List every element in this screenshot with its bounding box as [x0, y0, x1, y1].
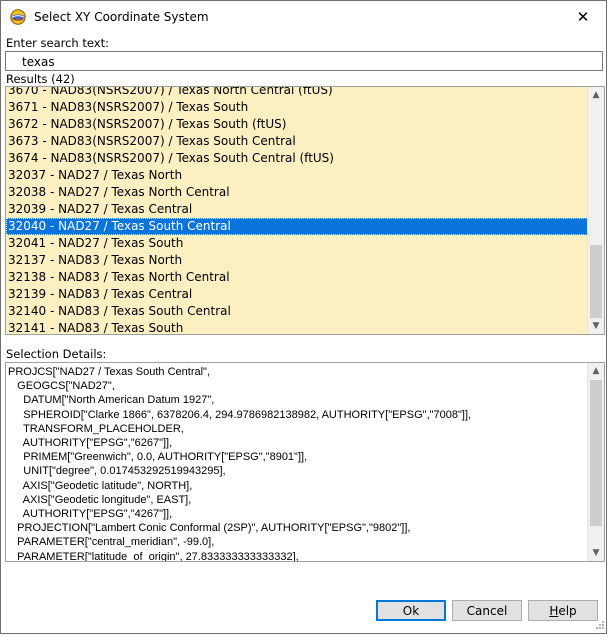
help-button-mnemonic: H	[549, 603, 559, 618]
list-item[interactable]: 3671 - NAD83(NSRS2007) / Texas South	[6, 99, 590, 116]
dialog-title: Select XY Coordinate System	[34, 10, 209, 24]
list-item[interactable]: 32141 - NAD83 / Texas South	[6, 320, 590, 334]
results-scroll-thumb[interactable]	[590, 245, 602, 318]
resize-grip-icon[interactable]	[593, 620, 605, 632]
cancel-button[interactable]: Cancel	[452, 600, 522, 621]
list-item[interactable]: 32041 - NAD27 / Texas South	[6, 235, 590, 252]
ok-button-label: Ok	[402, 603, 420, 618]
details-scroll-thumb[interactable]	[590, 380, 602, 526]
selection-details-label: Selection Details:	[6, 347, 107, 361]
cancel-button-label: Cancel	[466, 603, 508, 618]
selection-details-box[interactable]: PROJCS["NAD27 / Texas South Central", GE…	[5, 362, 605, 562]
list-item[interactable]: 32137 - NAD83 / Texas North	[6, 252, 590, 269]
results-scrollbar[interactable]: ▲ ▼	[587, 87, 604, 334]
list-item[interactable]: 32138 - NAD83 / Texas North Central	[6, 269, 590, 286]
select-xy-coordinate-system-dialog: Select XY Coordinate System ✕ Enter sear…	[0, 0, 607, 634]
scroll-up-arrow-icon[interactable]: ▲	[588, 363, 604, 379]
list-item[interactable]: 3674 - NAD83(NSRS2007) / Texas South Cen…	[6, 150, 590, 167]
scroll-down-arrow-icon[interactable]: ▼	[588, 318, 604, 334]
list-item[interactable]: 32140 - NAD83 / Texas South Central	[6, 303, 590, 320]
title-bar[interactable]: Select XY Coordinate System ✕	[1, 1, 606, 32]
help-button-label: elp	[558, 603, 577, 618]
details-scrollbar[interactable]: ▲ ▼	[587, 363, 604, 561]
list-item-selected[interactable]: 32040 - NAD27 / Texas South Central	[6, 218, 590, 235]
app-globe-icon	[10, 9, 26, 25]
close-button[interactable]: ✕	[560, 1, 606, 32]
help-button[interactable]: Help	[528, 600, 598, 621]
search-input[interactable]	[5, 51, 603, 71]
ok-button[interactable]: Ok	[376, 600, 446, 621]
list-item[interactable]: 3672 - NAD83(NSRS2007) / Texas South (ft…	[6, 116, 590, 133]
list-item[interactable]: 32039 - NAD27 / Texas Central	[6, 201, 590, 218]
close-icon: ✕	[576, 7, 590, 26]
search-label: Enter search text:	[6, 36, 109, 50]
scroll-up-arrow-icon[interactable]: ▲	[588, 87, 604, 103]
selection-details-text: PROJCS["NAD27 / Texas South Central", GE…	[8, 366, 472, 562]
results-rows: 3670 - NAD83(NSRS2007) / Texas North Cen…	[6, 87, 590, 334]
list-item[interactable]: 32037 - NAD27 / Texas North	[6, 167, 590, 184]
list-item[interactable]: 3670 - NAD83(NSRS2007) / Texas North Cen…	[6, 87, 590, 99]
results-label: Results (42)	[6, 72, 75, 86]
list-item[interactable]: 32038 - NAD27 / Texas North Central	[6, 184, 590, 201]
scroll-down-arrow-icon[interactable]: ▼	[588, 545, 604, 561]
results-list[interactable]: 3670 - NAD83(NSRS2007) / Texas North Cen…	[5, 86, 605, 335]
list-item[interactable]: 32139 - NAD83 / Texas Central	[6, 286, 590, 303]
list-item[interactable]: 3673 - NAD83(NSRS2007) / Texas South Cen…	[6, 133, 590, 150]
